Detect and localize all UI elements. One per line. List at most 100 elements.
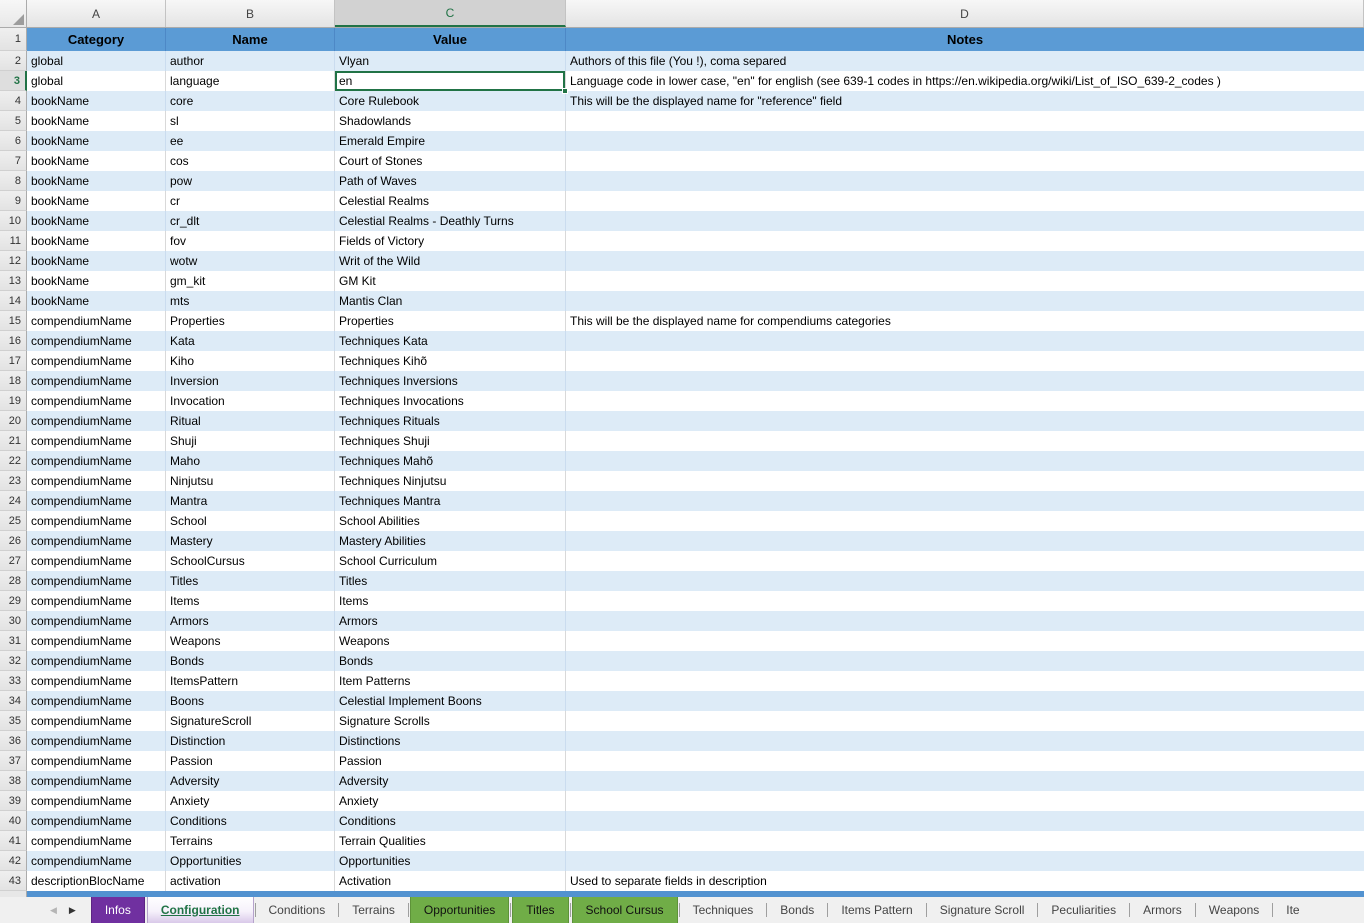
tab-scroll-left-icon[interactable]: ◀ [50, 906, 57, 915]
cell-B24[interactable]: Mantra [166, 491, 335, 511]
select-all-corner[interactable] [0, 0, 27, 27]
cell-B41[interactable]: Terrains [166, 831, 335, 851]
row-header-14[interactable]: 14 [0, 291, 27, 311]
cell-D40[interactable] [566, 811, 1364, 831]
row-header-20[interactable]: 20 [0, 411, 27, 431]
cell-D9[interactable] [566, 191, 1364, 211]
cell-D36[interactable] [566, 731, 1364, 751]
cell-B14[interactable]: mts [166, 291, 335, 311]
cell-B20[interactable]: Ritual [166, 411, 335, 431]
cell-C28[interactable]: Titles [335, 571, 566, 591]
cell-C7[interactable]: Court of Stones [335, 151, 566, 171]
column-title-C[interactable]: Value [335, 28, 566, 51]
cell-D26[interactable] [566, 531, 1364, 551]
cell-A21[interactable]: compendiumName [27, 431, 166, 451]
cell-C21[interactable]: Techniques Shuji [335, 431, 566, 451]
cell-C36[interactable]: Distinctions [335, 731, 566, 751]
cell-D2[interactable]: Authors of this file (You !), coma separ… [566, 51, 1364, 71]
cell-A42[interactable]: compendiumName [27, 851, 166, 871]
row-header-4[interactable]: 4 [0, 91, 27, 111]
cell-A26[interactable]: compendiumName [27, 531, 166, 551]
cell-D10[interactable] [566, 211, 1364, 231]
cell-D42[interactable] [566, 851, 1364, 871]
row-header-7[interactable]: 7 [0, 151, 27, 171]
cell-B15[interactable]: Properties [166, 311, 335, 331]
row-header-40[interactable]: 40 [0, 811, 27, 831]
cell-A13[interactable]: bookName [27, 271, 166, 291]
cell-A38[interactable]: compendiumName [27, 771, 166, 791]
cell-C38[interactable]: Adversity [335, 771, 566, 791]
row-header-31[interactable]: 31 [0, 631, 27, 651]
row-header-41[interactable]: 41 [0, 831, 27, 851]
cell-C18[interactable]: Techniques Inversions [335, 371, 566, 391]
cell-B5[interactable]: sl [166, 111, 335, 131]
cell-D37[interactable] [566, 751, 1364, 771]
cell-B34[interactable]: Boons [166, 691, 335, 711]
cell-A27[interactable]: compendiumName [27, 551, 166, 571]
cell-D13[interactable] [566, 271, 1364, 291]
cell-B32[interactable]: Bonds [166, 651, 335, 671]
cell-B43[interactable]: activation [166, 871, 335, 891]
row-header-13[interactable]: 13 [0, 271, 27, 291]
row-header-3[interactable]: 3 [0, 71, 27, 91]
cell-B27[interactable]: SchoolCursus [166, 551, 335, 571]
row-header-24[interactable]: 24 [0, 491, 27, 511]
row-header-43[interactable]: 43 [0, 871, 27, 891]
cell-D14[interactable] [566, 291, 1364, 311]
cell-A37[interactable]: compendiumName [27, 751, 166, 771]
row-header-38[interactable]: 38 [0, 771, 27, 791]
row-header-11[interactable]: 11 [0, 231, 27, 251]
cell-D33[interactable] [566, 671, 1364, 691]
cell-A43[interactable]: descriptionBlocName [27, 871, 166, 891]
row-header-15[interactable]: 15 [0, 311, 27, 331]
tab-scroll-right-icon[interactable]: ▶ [69, 906, 76, 915]
row-header-12[interactable]: 12 [0, 251, 27, 271]
column-header-D[interactable]: D [566, 0, 1364, 27]
row-header-10[interactable]: 10 [0, 211, 27, 231]
cell-B42[interactable]: Opportunities [166, 851, 335, 871]
row-header-5[interactable]: 5 [0, 111, 27, 131]
row-header-37[interactable]: 37 [0, 751, 27, 771]
row-header-33[interactable]: 33 [0, 671, 27, 691]
cell-D29[interactable] [566, 591, 1364, 611]
row-header-21[interactable]: 21 [0, 431, 27, 451]
sheet-tab-configuration[interactable]: Configuration [147, 897, 254, 923]
row-header-17[interactable]: 17 [0, 351, 27, 371]
cell-D43[interactable]: Used to separate fields in description [566, 871, 1364, 891]
cell-B38[interactable]: Adversity [166, 771, 335, 791]
row-header-9[interactable]: 9 [0, 191, 27, 211]
cell-D27[interactable] [566, 551, 1364, 571]
cell-C14[interactable]: Mantis Clan [335, 291, 566, 311]
cell-C17[interactable]: Techniques Kihõ [335, 351, 566, 371]
cell-C30[interactable]: Armors [335, 611, 566, 631]
cell-C23[interactable]: Techniques Ninjutsu [335, 471, 566, 491]
cell-A25[interactable]: compendiumName [27, 511, 166, 531]
cell-B2[interactable]: author [166, 51, 335, 71]
cell-A10[interactable]: bookName [27, 211, 166, 231]
cell-A16[interactable]: compendiumName [27, 331, 166, 351]
cell-C25[interactable]: School Abilities [335, 511, 566, 531]
row-header-42[interactable]: 42 [0, 851, 27, 871]
cell-C39[interactable]: Anxiety [335, 791, 566, 811]
cell-C11[interactable]: Fields of Victory [335, 231, 566, 251]
cell-A40[interactable]: compendiumName [27, 811, 166, 831]
cell-D17[interactable] [566, 351, 1364, 371]
cell-B11[interactable]: fov [166, 231, 335, 251]
sheet-tab-school-cursus[interactable]: School Cursus [572, 897, 678, 923]
cell-B17[interactable]: Kiho [166, 351, 335, 371]
sheet-tab-terrains[interactable]: Terrains [339, 897, 408, 923]
cell-C32[interactable]: Bonds [335, 651, 566, 671]
cell-B12[interactable]: wotw [166, 251, 335, 271]
cell-C35[interactable]: Signature Scrolls [335, 711, 566, 731]
sheet-tab-armors[interactable]: Armors [1130, 897, 1195, 923]
sheet-tab-items-pattern[interactable]: Items Pattern [828, 897, 925, 923]
column-header-B[interactable]: B [166, 0, 335, 27]
cell-C20[interactable]: Techniques Rituals [335, 411, 566, 431]
cell-A9[interactable]: bookName [27, 191, 166, 211]
cell-D31[interactable] [566, 631, 1364, 651]
cell-C16[interactable]: Techniques Kata [335, 331, 566, 351]
cell-A41[interactable]: compendiumName [27, 831, 166, 851]
column-title-B[interactable]: Name [166, 28, 335, 51]
row-header-19[interactable]: 19 [0, 391, 27, 411]
cell-A12[interactable]: bookName [27, 251, 166, 271]
